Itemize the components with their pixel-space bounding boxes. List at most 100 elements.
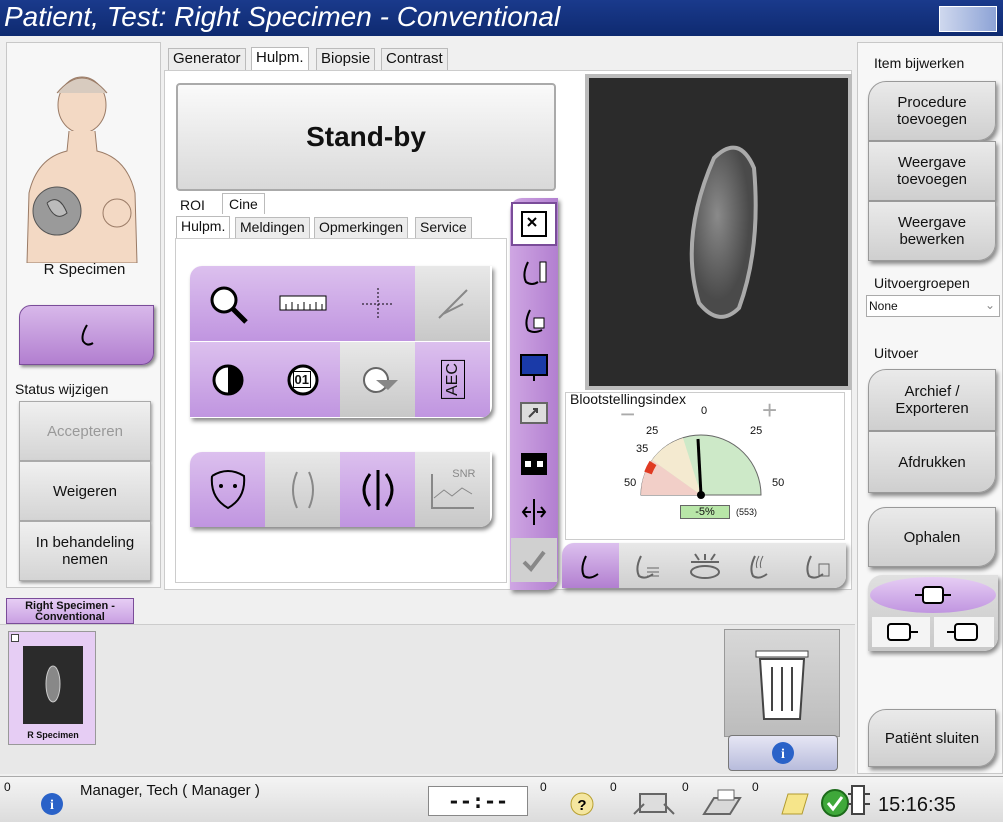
gauge-tick-50-left: 50: [624, 477, 637, 489]
brand-logo: [939, 6, 997, 32]
add-procedure-button[interactable]: Procedure toevoegen: [868, 81, 996, 141]
measure-view-button[interactable]: [511, 250, 557, 294]
ruler-tool[interactable]: [265, 266, 340, 341]
thumbnail-label: R Specimen: [43, 261, 126, 278]
svg-text:?: ?: [577, 797, 586, 814]
printer-count: 0: [682, 780, 689, 794]
compare-icon: [521, 499, 547, 525]
view-measure-button[interactable]: [619, 543, 676, 588]
status-group-label: Status wijzigen: [13, 381, 111, 397]
send-to-monitor-button[interactable]: [511, 394, 557, 438]
retrieve-button[interactable]: Ophalen: [868, 507, 996, 567]
tab-contrast[interactable]: Contrast: [381, 48, 448, 70]
view-mode-button[interactable]: [19, 305, 154, 365]
accept-button[interactable]: Accepteren: [19, 401, 151, 461]
window-level-preset-tool[interactable]: 01: [265, 342, 340, 417]
reject-button[interactable]: Weigeren: [19, 461, 151, 521]
breast-notes-icon: [806, 555, 830, 579]
monitor-button[interactable]: [511, 346, 557, 390]
split-view-button[interactable]: [511, 442, 557, 486]
image-viewer[interactable]: [585, 74, 852, 390]
archive-export-button[interactable]: Archief / Exporteren: [868, 369, 996, 431]
breast-paddle-icon: [525, 309, 545, 333]
output-groups-label: Uitvoergroepen: [874, 275, 970, 291]
tab-cine[interactable]: Cine: [222, 193, 265, 214]
brightness-icon: [362, 366, 398, 393]
paddle-both-button[interactable]: [870, 577, 996, 613]
face-tool[interactable]: [190, 452, 265, 527]
info-button[interactable]: i: [728, 735, 838, 771]
subtab-tools[interactable]: Hulpm.: [176, 216, 231, 238]
thumbnail-item[interactable]: R Specimen: [8, 631, 96, 745]
paddle-right-button[interactable]: [934, 617, 994, 647]
paddle-selector: [868, 575, 998, 651]
magnifier-tool[interactable]: [190, 266, 265, 341]
aec-tool[interactable]: AEC: [415, 342, 490, 417]
magnifier-icon: [210, 286, 248, 324]
monitor-icon: [520, 354, 548, 381]
split-view-icon: [521, 453, 547, 475]
invert-tool[interactable]: [190, 342, 265, 417]
snr-tool[interactable]: SNR: [415, 452, 490, 527]
subtab-service[interactable]: Service: [415, 217, 472, 239]
view-selector-bar: [562, 543, 846, 588]
tab-biopsy[interactable]: Biopsie: [316, 48, 376, 70]
tab-generator[interactable]: Generator: [168, 48, 246, 70]
output-groups-select[interactable]: None ⌄: [866, 295, 1000, 317]
current-user[interactable]: Manager, Tech ( Manager ): [80, 782, 260, 799]
procedure-tab[interactable]: Right Specimen - Conventional: [6, 598, 134, 624]
thumbnail-checkbox[interactable]: [11, 634, 19, 642]
breast-view-standard-icon: [580, 555, 599, 579]
gantry-icon[interactable]: [632, 788, 676, 818]
gantry-count: 0: [610, 780, 617, 794]
paddle-left-button[interactable]: [872, 617, 930, 647]
exposure-timer: --:--: [428, 786, 528, 816]
printer-icon[interactable]: [700, 788, 744, 818]
in-progress-button[interactable]: In behandeling nemen: [19, 521, 151, 581]
print-button[interactable]: Afdrukken: [868, 431, 996, 493]
info-status-icon[interactable]: i: [40, 792, 64, 816]
thumbnail-strip: R Specimen i: [0, 624, 855, 774]
notes-count: 0: [752, 780, 759, 794]
delete-button[interactable]: [724, 629, 840, 737]
view-layers-button[interactable]: [733, 543, 790, 588]
brightness-tool[interactable]: [340, 342, 415, 417]
exposure-index-panel: Blootstellingsindex − + 0 25 25 35 50 50…: [565, 391, 845, 540]
flip-tool[interactable]: [340, 452, 415, 527]
checkmark-icon: [522, 550, 546, 573]
edit-view-button[interactable]: Weergave bewerken: [868, 201, 996, 261]
send-monitor-icon: [520, 402, 548, 424]
svg-text:i: i: [781, 747, 785, 762]
standby-indicator: Stand-by: [176, 83, 556, 191]
thumbnail-label: R Specimen: [27, 730, 79, 740]
help-icon[interactable]: ?: [568, 790, 596, 818]
output-label: Uitvoer: [874, 345, 919, 361]
alert-count: 0: [4, 780, 11, 794]
view-compression-button[interactable]: [676, 543, 733, 588]
add-view-button[interactable]: Weergave toevoegen: [868, 141, 996, 201]
tab-tools[interactable]: Hulpm.: [251, 47, 309, 71]
tab-roi[interactable]: ROI: [180, 197, 205, 213]
annotation-tool[interactable]: [415, 266, 490, 341]
breast-view-icon: [26, 76, 138, 263]
crosshair-tool[interactable]: [340, 266, 415, 341]
paddle-view-button[interactable]: [511, 298, 557, 342]
close-patient-button[interactable]: Patiënt sluiten: [868, 709, 996, 767]
mirror-tool[interactable]: [265, 452, 340, 527]
display-tools-group: SNR: [190, 452, 492, 527]
exposure-value: (553): [736, 507, 758, 517]
trash-icon: [755, 650, 809, 720]
aec-label: AEC: [440, 360, 465, 399]
notepad-icon[interactable]: [778, 790, 812, 818]
view-standard-button[interactable]: [562, 543, 619, 588]
subtab-notifications[interactable]: Meldingen: [235, 217, 310, 239]
update-item-title: Item bijwerken: [874, 55, 965, 71]
subtab-notes[interactable]: Opmerkingen: [314, 217, 409, 239]
fit-view-button[interactable]: [511, 202, 557, 246]
accept-view-button[interactable]: [511, 538, 557, 582]
view-notes-button[interactable]: [790, 543, 846, 588]
xray-tube-icon[interactable]: [846, 784, 872, 818]
snr-chart-icon: SNR: [428, 468, 478, 512]
compare-button[interactable]: [511, 490, 557, 534]
compression-icon: [689, 552, 720, 579]
